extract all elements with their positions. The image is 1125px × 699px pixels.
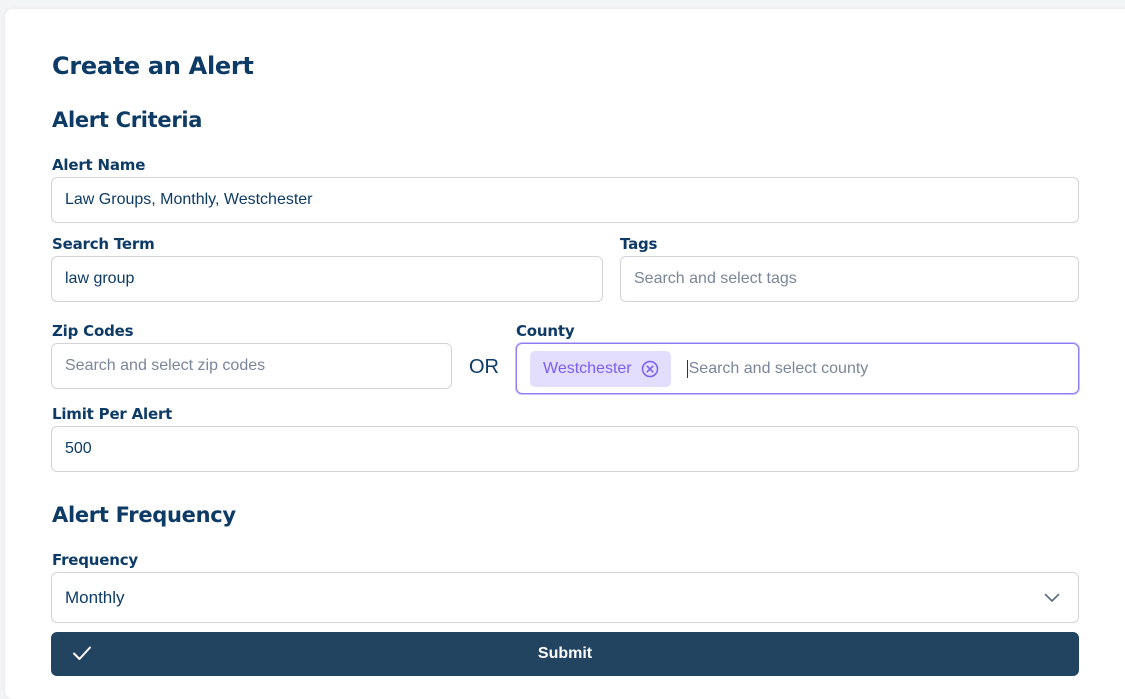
search-term-label: Search Term — [52, 235, 155, 253]
alert-name-input[interactable] — [65, 191, 1065, 209]
frequency-selected-value: Monthly — [65, 587, 125, 607]
zip-codes-field-wrapper — [51, 343, 452, 389]
frequency-select[interactable]: Monthly — [51, 572, 1079, 623]
county-chip-label: Westchester — [543, 359, 632, 377]
alert-name-field-wrapper — [51, 177, 1079, 223]
frequency-label: Frequency — [52, 551, 138, 569]
alert-name-label: Alert Name — [52, 156, 146, 174]
limit-per-alert-input[interactable] — [65, 440, 1065, 458]
submit-label: Submit — [537, 645, 593, 662]
alert-frequency-heading: Alert Frequency — [52, 503, 236, 527]
alert-criteria-heading: Alert Criteria — [52, 108, 203, 132]
search-term-field-wrapper — [51, 256, 603, 302]
submit-button[interactable]: Submit — [51, 632, 1079, 676]
zip-codes-input[interactable] — [65, 357, 438, 375]
limit-per-alert-label: Limit Per Alert — [52, 405, 173, 423]
search-term-input[interactable] — [65, 270, 589, 288]
tags-field-wrapper — [620, 256, 1079, 302]
chevron-down-icon — [1044, 593, 1060, 603]
check-icon — [71, 644, 93, 667]
county-label: County — [516, 322, 575, 340]
page-title: Create an Alert — [52, 52, 254, 80]
county-input[interactable] — [686, 359, 1065, 378]
zip-codes-label: Zip Codes — [52, 322, 134, 340]
tags-label: Tags — [620, 235, 658, 253]
circle-x-icon[interactable] — [641, 360, 659, 378]
county-field-wrapper: Westchester — [516, 343, 1079, 394]
tags-input[interactable] — [634, 270, 1065, 288]
county-chip-westchester: Westchester — [530, 350, 671, 387]
limit-per-alert-field-wrapper — [51, 426, 1079, 472]
or-separator: OR — [469, 356, 499, 378]
